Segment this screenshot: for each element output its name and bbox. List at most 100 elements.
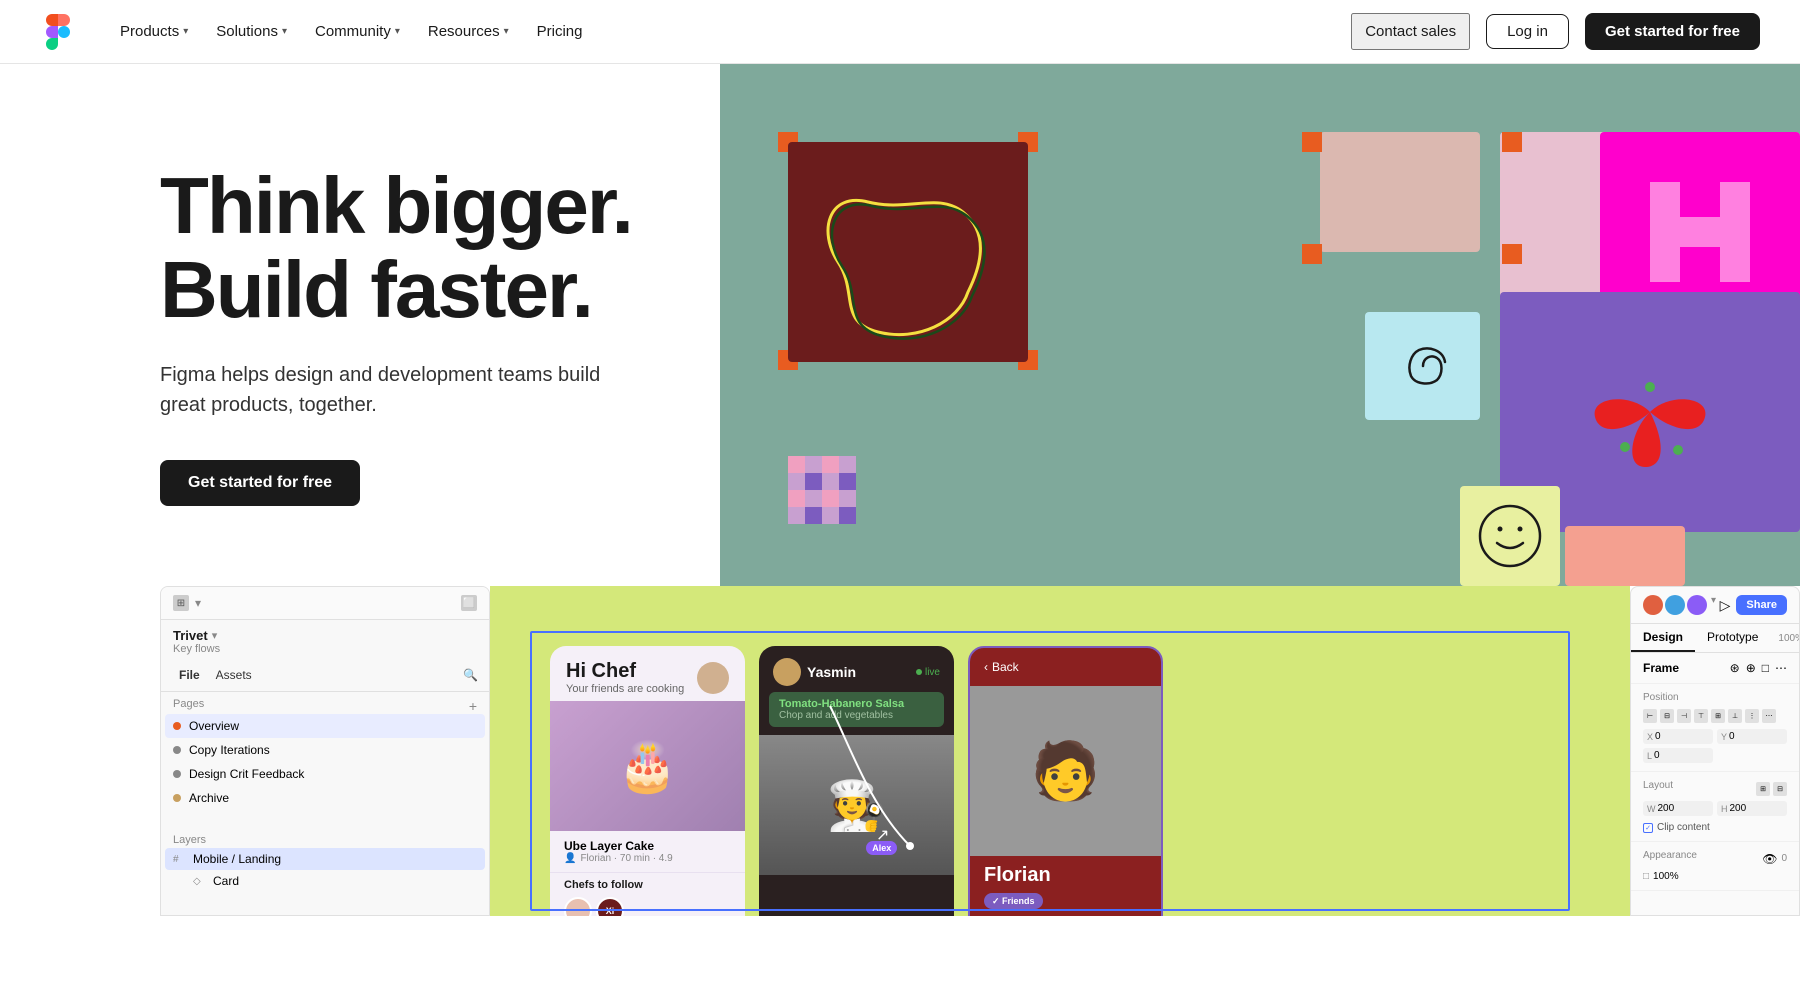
get-started-nav-button[interactable]: Get started for free xyxy=(1585,13,1760,50)
y-input[interactable]: Y 0 xyxy=(1717,729,1787,744)
diamond-icon: ◇ xyxy=(193,876,207,887)
align-right[interactable]: ⊣ xyxy=(1677,709,1691,723)
l-input[interactable]: L 0 xyxy=(1643,748,1713,763)
page-item-copy[interactable]: Copy Iterations xyxy=(173,738,477,762)
page-dot-design-crit xyxy=(173,770,181,778)
figma-logo[interactable] xyxy=(40,14,76,50)
nav-item-pricing[interactable]: Pricing xyxy=(525,15,595,48)
navigation: Products ▾ Solutions ▾ Community ▾ Resou… xyxy=(0,0,1800,64)
handle-tr[interactable] xyxy=(1157,646,1163,652)
smiley-svg xyxy=(1475,501,1545,571)
nav-right: Contact sales Log in Get started for fre… xyxy=(1351,13,1760,50)
recipe-step: Chop and add vegetables xyxy=(779,710,934,721)
panel-layout-icon[interactable]: ⬜ xyxy=(461,595,477,611)
avatar-small-florian: 👤 xyxy=(564,853,576,864)
figma-layers-panel: ⊞ ▾ ⬜ Trivet ▾ Key flows File Assets 🔍 P… xyxy=(160,586,490,916)
panel-topbar: ⊞ ▾ ⬜ xyxy=(161,587,489,620)
eye-icon[interactable]: 👁 xyxy=(1762,852,1777,866)
file-tab[interactable]: File xyxy=(173,665,206,685)
layout-list-icon[interactable]: ⊟ xyxy=(1773,782,1787,796)
chevron-down-icon: ▾ xyxy=(395,26,400,37)
yasmin-avatar xyxy=(773,658,801,686)
layout-grid-icon[interactable]: ⊞ xyxy=(1756,782,1770,796)
clip-content-toggle[interactable]: ✓ Clip content xyxy=(1643,822,1787,833)
add-page-button[interactable]: + xyxy=(469,698,477,714)
assets-tab[interactable]: Assets xyxy=(210,665,258,685)
frame-icon-3[interactable]: □ xyxy=(1762,661,1769,675)
zoom-level[interactable]: 100% xyxy=(1770,624,1800,652)
xy-inputs: X 0 Y 0 L 0 xyxy=(1643,729,1787,763)
florian-name: Florian xyxy=(984,864,1147,887)
layer-item-card[interactable]: ◇ Card xyxy=(173,870,477,892)
w-input[interactable]: W 200 xyxy=(1643,801,1713,816)
florian-photo: 🧑 xyxy=(970,686,1161,856)
hero-section: Think bigger. Build faster. Figma helps … xyxy=(0,64,1800,586)
page-item-overview[interactable]: Overview xyxy=(165,714,485,738)
panel-topbar-right: ⬜ xyxy=(461,595,477,611)
yasmin-name-row: Yasmin xyxy=(773,658,856,686)
chevron-icon: ▾ xyxy=(1711,595,1716,615)
pages-list: Overview Copy Iterations Design Crit Fee… xyxy=(173,714,477,810)
position-section: Position ⊢ ⊟ ⊣ ⊤ ⊞ ⊥ ⋮ ⋯ X 0 Y 0 xyxy=(1631,684,1799,772)
orange-sq-7 xyxy=(1302,244,1322,264)
nav-item-solutions[interactable]: Solutions ▾ xyxy=(204,15,299,48)
nav-links: Products ▾ Solutions ▾ Community ▾ Resou… xyxy=(108,15,1351,48)
blob-svg xyxy=(808,152,1008,352)
distribute-h[interactable]: ⋮ xyxy=(1745,709,1759,723)
red-bird-svg xyxy=(1570,342,1730,482)
align-center-v[interactable]: ⊞ xyxy=(1711,709,1725,723)
yasmin-header: Yasmin live xyxy=(759,646,954,692)
layer-item-mobile-landing[interactable]: # Mobile / Landing xyxy=(165,848,485,870)
x-input[interactable]: X 0 xyxy=(1643,729,1713,744)
salmon-strip xyxy=(1565,526,1685,586)
live-indicator: live xyxy=(916,667,940,678)
share-button[interactable]: Share xyxy=(1736,595,1787,615)
prototype-tab[interactable]: Prototype xyxy=(1695,624,1770,652)
h-input[interactable]: H 200 xyxy=(1717,801,1787,816)
align-left[interactable]: ⊢ xyxy=(1643,709,1657,723)
orange-sq-5 xyxy=(1302,132,1322,152)
design-tab[interactable]: Design xyxy=(1631,624,1695,652)
contact-sales-button[interactable]: Contact sales xyxy=(1351,13,1470,50)
dark-red-square xyxy=(788,142,1028,362)
chevron-down-icon: ▾ xyxy=(282,26,287,37)
frame-icon-1[interactable]: ⊛ xyxy=(1730,661,1740,675)
layout-header: Layout ⊞ ⊟ xyxy=(1643,780,1787,797)
h-letter-svg xyxy=(1640,172,1760,292)
nav-item-community[interactable]: Community ▾ xyxy=(303,15,412,48)
chef-avatar xyxy=(697,662,729,694)
layers-section: Layers # Mobile / Landing ◇ Card xyxy=(161,824,489,898)
wh-inputs: W 200 H 200 xyxy=(1643,801,1787,816)
handle-tl[interactable] xyxy=(968,646,974,652)
back-button[interactable]: ‹ Back xyxy=(970,648,1161,686)
clip-content-checkbox[interactable]: ✓ xyxy=(1643,823,1653,833)
product-preview-section: ⊞ ▾ ⬜ Trivet ▾ Key flows File Assets 🔍 P… xyxy=(0,586,1800,916)
distribute-v[interactable]: ⋯ xyxy=(1762,709,1776,723)
page-item-archive[interactable]: Archive xyxy=(173,786,477,810)
page-dot-overview xyxy=(173,722,181,730)
nav-item-resources[interactable]: Resources ▾ xyxy=(416,15,521,48)
align-bottom[interactable]: ⊥ xyxy=(1728,709,1742,723)
frame-icon-2[interactable]: ⊕ xyxy=(1746,661,1756,675)
search-icon[interactable]: 🔍 xyxy=(463,668,477,682)
get-started-hero-button[interactable]: Get started for free xyxy=(160,460,360,506)
frame-icon-4[interactable]: ⋯ xyxy=(1775,661,1787,675)
login-button[interactable]: Log in xyxy=(1486,14,1569,49)
play-button[interactable]: ▷ xyxy=(1720,597,1731,614)
y-label: Y xyxy=(1721,732,1727,742)
page-dot-copy xyxy=(173,746,181,754)
yasmin-name: Yasmin xyxy=(807,664,856,680)
align-top[interactable]: ⊤ xyxy=(1694,709,1708,723)
project-name-row: Trivet ▾ xyxy=(173,628,477,643)
avatar-1 xyxy=(1643,595,1663,615)
hero-decorative-area xyxy=(720,64,1800,586)
page-item-design-crit[interactable]: Design Crit Feedback xyxy=(173,762,477,786)
chevron-icon: ▾ xyxy=(212,629,218,642)
position-label: Position xyxy=(1643,692,1787,703)
figma-properties-panel: ▾ ▷ Share Design Prototype 100% Frame ⊛ … xyxy=(1630,586,1800,916)
frame-icons: ⊛ ⊕ □ ⋯ xyxy=(1730,661,1787,675)
nav-item-products[interactable]: Products ▾ xyxy=(108,15,200,48)
align-center-h[interactable]: ⊟ xyxy=(1660,709,1674,723)
hero-title: Think bigger. Build faster. xyxy=(160,164,720,332)
friends-button: ✓ Friends xyxy=(984,891,1147,909)
